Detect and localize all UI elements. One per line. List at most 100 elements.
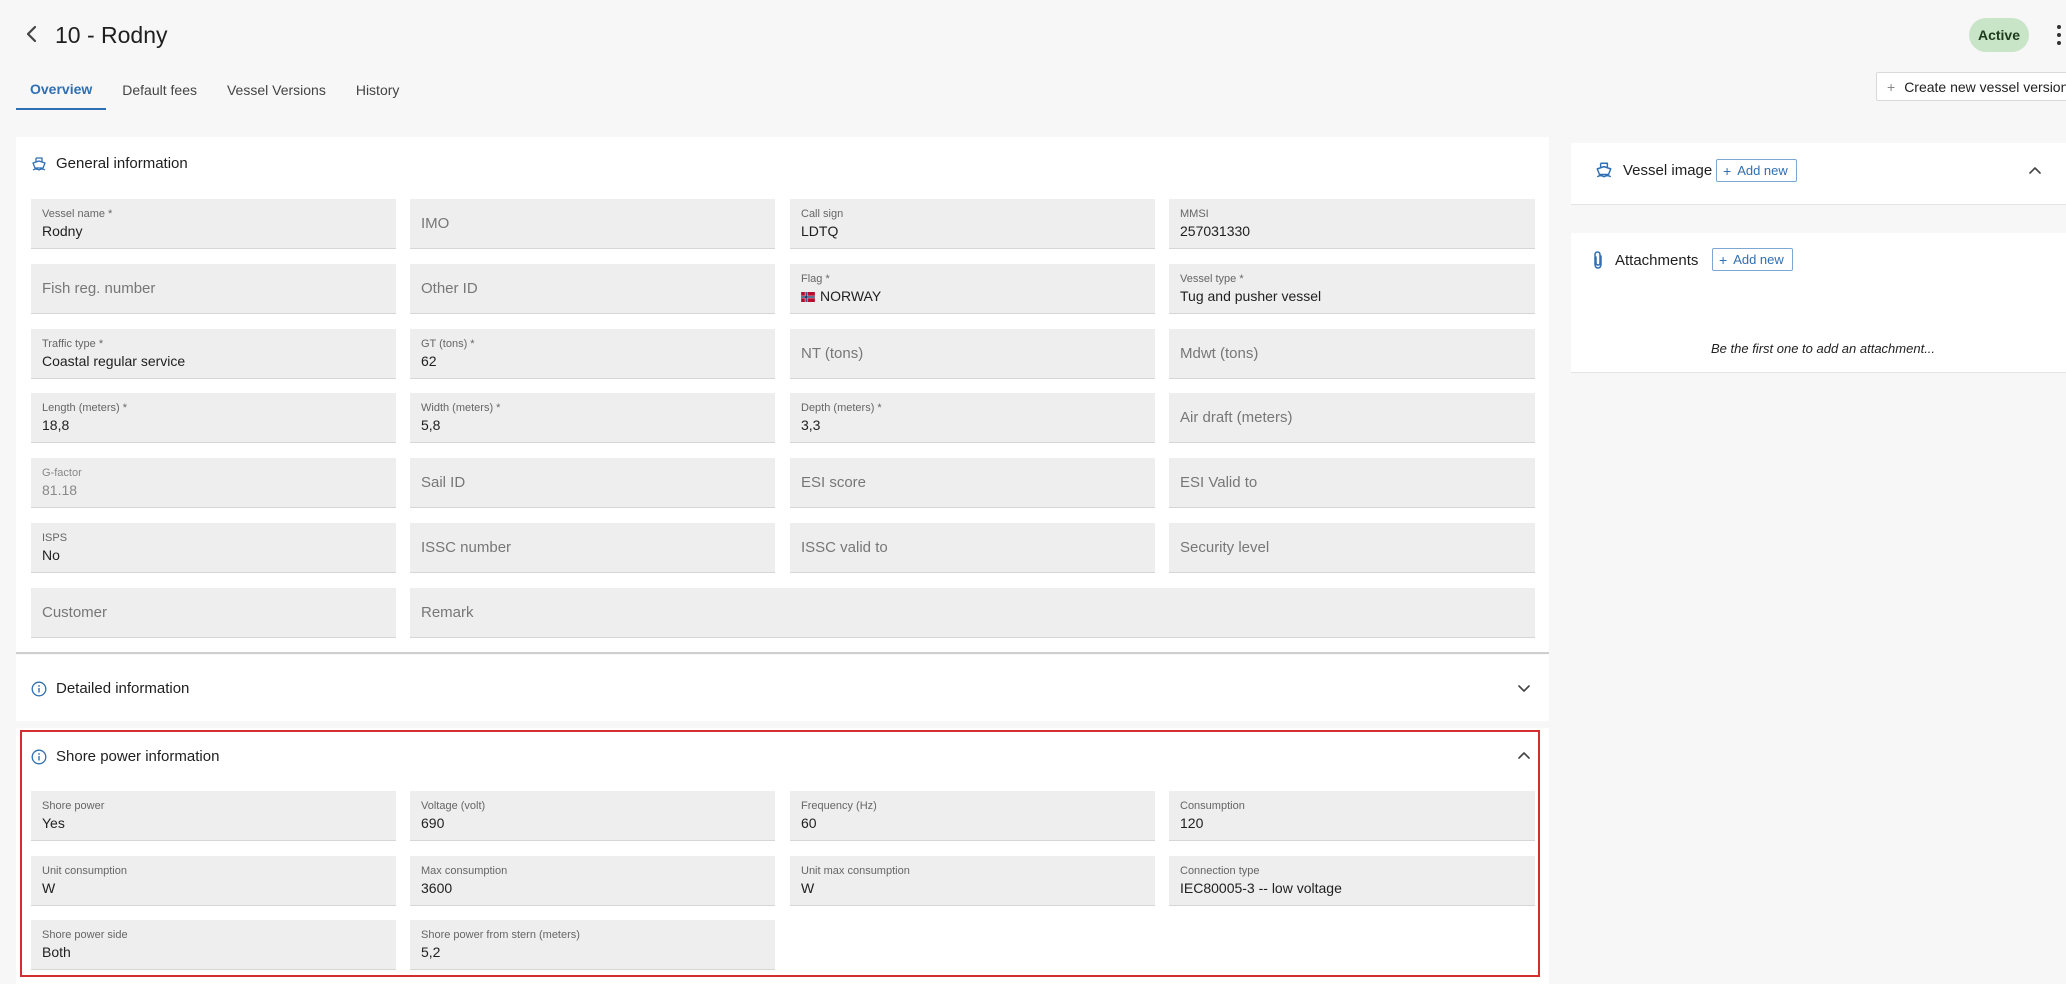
nt-placeholder: NT (tons) [801,345,864,362]
length-value: 18,8 [42,417,70,433]
page-header: 10 - Rodny Active [0,0,2066,70]
frequency-field[interactable]: Frequency (Hz) 60 [790,791,1155,841]
traffic-type-label: Traffic type * [42,338,104,350]
vessel-name-field[interactable]: Vessel name * Rodny [31,199,396,249]
traffic-type-value: Coastal regular service [42,353,186,369]
vessel-type-value: Tug and pusher vessel [1180,288,1322,304]
remark-placeholder: Remark [421,604,474,621]
chevron-down-icon[interactable] [1516,680,1532,696]
plus-icon: + [1719,251,1728,268]
isps-field[interactable]: ISPS No [31,523,396,573]
attachments-add-button[interactable]: + Add new [1712,248,1793,271]
shore-power-from-stern-label: Shore power from stern (meters) [421,929,580,941]
gt-field[interactable]: GT (tons) * 62 [410,329,775,379]
width-value: 5,8 [421,417,441,433]
length-field[interactable]: Length (meters) * 18,8 [31,393,396,443]
create-vessel-version-button[interactable]: + Create new vessel version [1876,72,2066,101]
unit-max-consumption-field[interactable]: Unit max consumption W [790,856,1155,906]
tab-overview[interactable]: Overview [16,70,107,110]
consumption-field[interactable]: Consumption 120 [1169,791,1535,841]
mmsi-value: 257031330 [1180,223,1251,239]
mmsi-field[interactable]: MMSI 257031330 [1169,199,1535,249]
attachments-header: Attachments [1590,250,1698,270]
section-divider [16,652,1549,654]
mdwt-placeholder: Mdwt (tons) [1180,345,1259,362]
vessel-image-add-button[interactable]: + Add new [1716,159,1797,182]
paperclip-icon [1590,250,1606,270]
chevron-up-icon[interactable] [2027,163,2043,179]
vessel-name-value: Rodny [42,223,83,239]
connection-type-label: Connection type [1180,865,1260,877]
esi-score-placeholder: ESI score [801,474,867,491]
tab-default-fees[interactable]: Default fees [108,70,211,110]
consumption-value: 120 [1180,815,1204,831]
imo-field[interactable]: IMO [410,199,775,249]
vessel-type-field[interactable]: Vessel type * Tug and pusher vessel [1169,264,1535,314]
page-title: 10 - Rodny [55,22,168,48]
flag-field[interactable]: Flag * NORWAY [790,264,1155,314]
call-sign-field[interactable]: Call sign LDTQ [790,199,1155,249]
flag-label: Flag * [801,273,830,285]
unit-consumption-field[interactable]: Unit consumption W [31,856,396,906]
mdwt-field[interactable]: Mdwt (tons) [1169,329,1535,379]
width-field[interactable]: Width (meters) * 5,8 [410,393,775,443]
frequency-value: 60 [801,815,817,831]
mmsi-label: MMSI [1180,208,1209,220]
issc-number-placeholder: ISSC number [421,539,512,556]
fish-reg-number-placeholder: Fish reg. number [42,280,156,297]
shore-power-value: Yes [42,815,65,831]
traffic-type-field[interactable]: Traffic type * Coastal regular service [31,329,396,379]
sail-id-field[interactable]: Sail ID [410,458,775,508]
create-vessel-version-label: Create new vessel version [1904,78,2066,95]
g-factor-value: 81.18 [42,482,78,498]
detailed-information-title: Detailed information [56,680,190,697]
tab-vessel-versions[interactable]: Vessel Versions [213,70,340,110]
issc-number-field[interactable]: ISSC number [410,523,775,573]
max-consumption-field[interactable]: Max consumption 3600 [410,856,775,906]
vessel-type-label: Vessel type * [1180,273,1244,285]
security-level-placeholder: Security level [1180,539,1270,556]
kebab-menu-icon[interactable] [2052,20,2066,50]
esi-valid-to-field[interactable]: ESI Valid to [1169,458,1535,508]
flag-value-wrap: NORWAY [801,288,881,304]
customer-field[interactable]: Customer [31,588,396,638]
other-id-field[interactable]: Other ID [410,264,775,314]
general-information-header: General information [31,155,188,172]
plus-icon: + [1723,162,1732,179]
info-icon [31,681,47,697]
unit-max-consumption-label: Unit max consumption [801,865,910,877]
connection-type-field[interactable]: Connection type IEC80005-3 -- low voltag… [1169,856,1535,906]
shore-power-from-stern-field[interactable]: Shore power from stern (meters) 5,2 [410,920,775,970]
consumption-label: Consumption [1180,800,1245,812]
ship-icon [31,156,47,172]
shore-power-side-field[interactable]: Shore power side Both [31,920,396,970]
air-draft-field[interactable]: Air draft (meters) [1169,393,1535,443]
shore-power-header[interactable]: Shore power information [31,748,219,765]
detailed-information-panel[interactable] [16,655,1549,721]
security-level-field[interactable]: Security level [1169,523,1535,573]
back-button[interactable] [22,22,42,46]
nt-field[interactable]: NT (tons) [790,329,1155,379]
shore-power-side-value: Both [42,944,71,960]
tab-bar: Overview Default fees Vessel Versions Hi… [16,70,415,110]
depth-label: Depth (meters) * [801,402,882,414]
unit-consumption-value: W [42,880,56,896]
voltage-field[interactable]: Voltage (volt) 690 [410,791,775,841]
tab-history[interactable]: History [342,70,414,110]
esi-score-field[interactable]: ESI score [790,458,1155,508]
remark-field[interactable]: Remark [410,588,1535,638]
shore-power-field[interactable]: Shore power Yes [31,791,396,841]
plus-icon: + [1887,78,1896,95]
length-label: Length (meters) * [42,402,127,414]
ship-icon [1594,161,1614,179]
issc-valid-to-field[interactable]: ISSC valid to [790,523,1155,573]
chevron-up-icon[interactable] [1516,748,1532,764]
g-factor-field: G-factor 81.18 [31,458,396,508]
depth-field[interactable]: Depth (meters) * 3,3 [790,393,1155,443]
issc-valid-to-placeholder: ISSC valid to [801,539,888,556]
detailed-information-header[interactable]: Detailed information [31,680,189,697]
sail-id-placeholder: Sail ID [421,474,466,491]
fish-reg-number-field[interactable]: Fish reg. number [31,264,396,314]
call-sign-value: LDTQ [801,223,839,239]
esi-valid-to-placeholder: ESI Valid to [1180,474,1258,491]
